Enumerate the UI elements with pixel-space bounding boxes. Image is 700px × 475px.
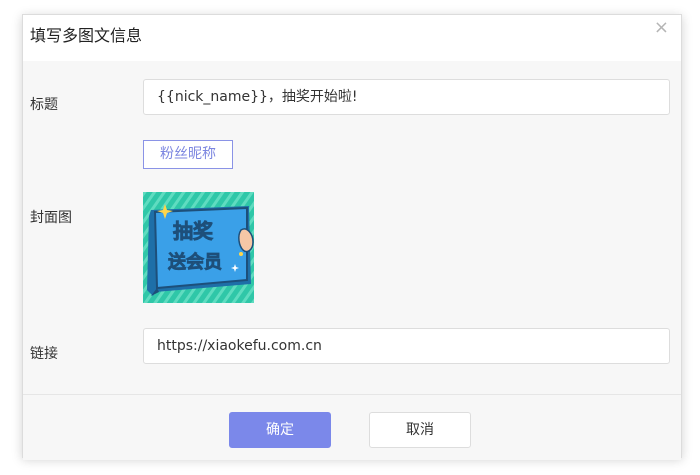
link-input[interactable]: https://xiaokefu.com.cn — [143, 328, 670, 364]
dialog-footer: 确定 取消 — [23, 394, 681, 460]
title-label: 标题 — [30, 97, 58, 113]
cover-image[interactable]: 抽奖 送会员 — [143, 192, 254, 303]
dialog-body: 标题 {{nick_name}}，抽奖开始啦! 粉丝昵称 封面图 抽奖 送会员 … — [23, 61, 681, 394]
link-label: 链接 — [30, 346, 58, 362]
cover-text-line2: 送会员 — [167, 251, 222, 273]
dialog: 填写多图文信息 × 标题 {{nick_name}}，抽奖开始啦! 粉丝昵称 封… — [22, 14, 682, 460]
cover-label: 封面图 — [30, 210, 72, 226]
nickname-insert-button[interactable]: 粉丝昵称 — [143, 140, 233, 169]
dialog-header: 填写多图文信息 × — [23, 15, 681, 62]
title-input[interactable]: {{nick_name}}，抽奖开始啦! — [143, 79, 670, 115]
cover-illustration: 抽奖 送会员 — [143, 192, 254, 303]
dialog-title: 填写多图文信息 — [30, 26, 143, 45]
cancel-button[interactable]: 取消 — [369, 412, 471, 448]
cover-text-line1: 抽奖 — [173, 219, 214, 243]
confirm-button[interactable]: 确定 — [229, 412, 331, 448]
close-icon[interactable]: × — [654, 18, 669, 38]
